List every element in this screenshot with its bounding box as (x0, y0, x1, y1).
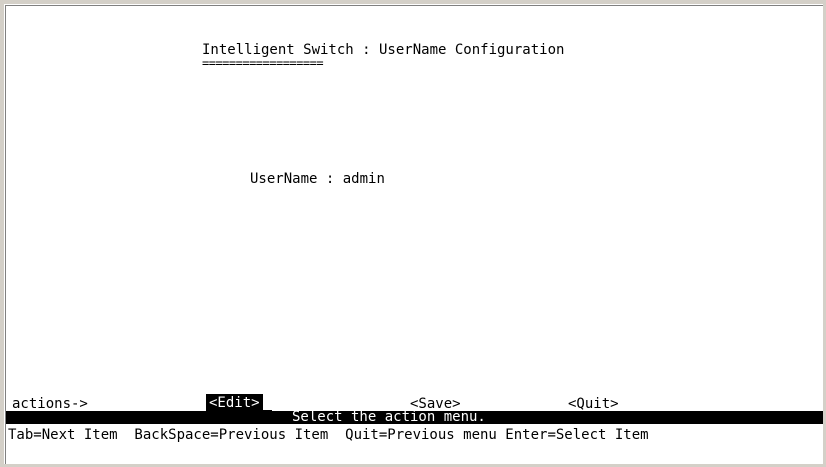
terminal-screen: Intelligent Switch : UserName Configurat… (5, 5, 823, 464)
username-value[interactable]: admin (343, 171, 385, 187)
username-separator: : (325, 171, 335, 187)
username-label: UserName (250, 171, 318, 187)
terminal-window: Intelligent Switch : UserName Configurat… (0, 0, 826, 467)
edit-button[interactable]: <Edit> (206, 394, 263, 412)
username-field[interactable]: UserName : admin (250, 170, 385, 188)
title-underline: ================== (202, 56, 324, 70)
help-text: Tab=Next Item BackSpace=Previous Item Qu… (8, 427, 649, 443)
status-message: Select the action menu. (292, 409, 486, 425)
